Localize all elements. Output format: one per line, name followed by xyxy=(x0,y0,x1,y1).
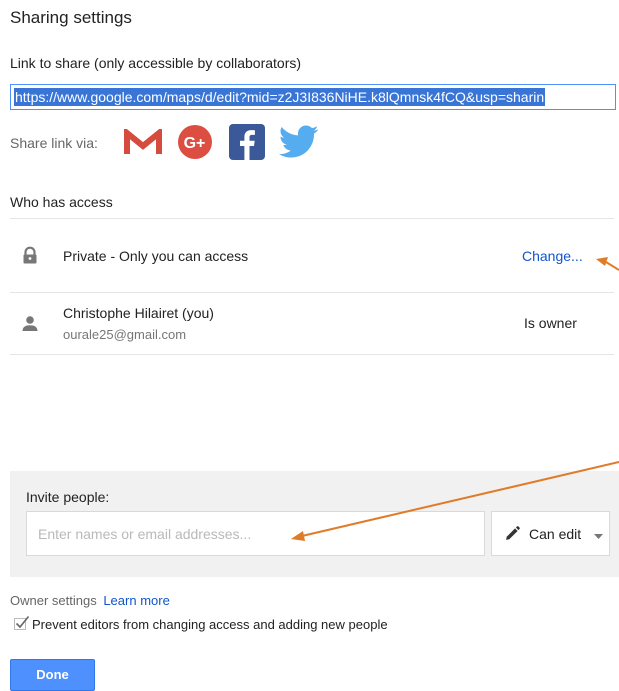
google-plus-icon[interactable]: G+ xyxy=(177,124,213,160)
who-has-access-heading: Who has access xyxy=(10,194,113,210)
done-button[interactable]: Done xyxy=(10,659,95,691)
lock-icon xyxy=(23,246,37,264)
permission-dropdown[interactable]: Can edit xyxy=(491,511,610,556)
permission-label: Can edit xyxy=(529,526,582,542)
dropdown-arrow-icon xyxy=(594,534,603,539)
access-row-owner: Christophe Hilairet (you) ourale25@gmail… xyxy=(10,293,614,354)
pencil-icon xyxy=(506,526,520,540)
invite-input[interactable] xyxy=(26,511,485,556)
invite-label: Invite people: xyxy=(26,489,110,505)
access-row-private: Private - Only you can access Change... xyxy=(10,219,614,292)
owner-role: Is owner xyxy=(524,315,577,331)
facebook-icon[interactable] xyxy=(229,124,265,160)
share-link-field[interactable]: https://www.google.com/maps/d/edit?mid=z… xyxy=(10,84,616,110)
dialog-title: Sharing settings xyxy=(10,8,132,27)
checkmark-icon[interactable] xyxy=(14,615,30,631)
divider xyxy=(10,354,614,355)
change-link[interactable]: Change... xyxy=(522,248,583,264)
owner-email: ourale25@gmail.com xyxy=(63,327,187,342)
learn-more-link[interactable]: Learn more xyxy=(103,593,169,608)
svg-text:G+: G+ xyxy=(184,135,206,152)
gmail-icon[interactable] xyxy=(124,129,162,157)
share-via-label: Share link via: xyxy=(10,135,98,151)
prevent-editors-label: Prevent editors from changing access and… xyxy=(32,617,388,632)
share-link-url: https://www.google.com/maps/d/edit?mid=z… xyxy=(14,88,546,106)
owner-settings-label: Owner settings xyxy=(10,593,97,608)
link-label: Link to share (only accessible by collab… xyxy=(10,55,302,71)
person-icon xyxy=(22,316,38,331)
access-private-text: Private - Only you can access xyxy=(63,248,249,264)
twitter-icon[interactable] xyxy=(279,125,319,159)
owner-name: Christophe Hilairet (you) xyxy=(63,305,214,321)
owner-settings: Owner settings Learn more xyxy=(10,593,170,608)
